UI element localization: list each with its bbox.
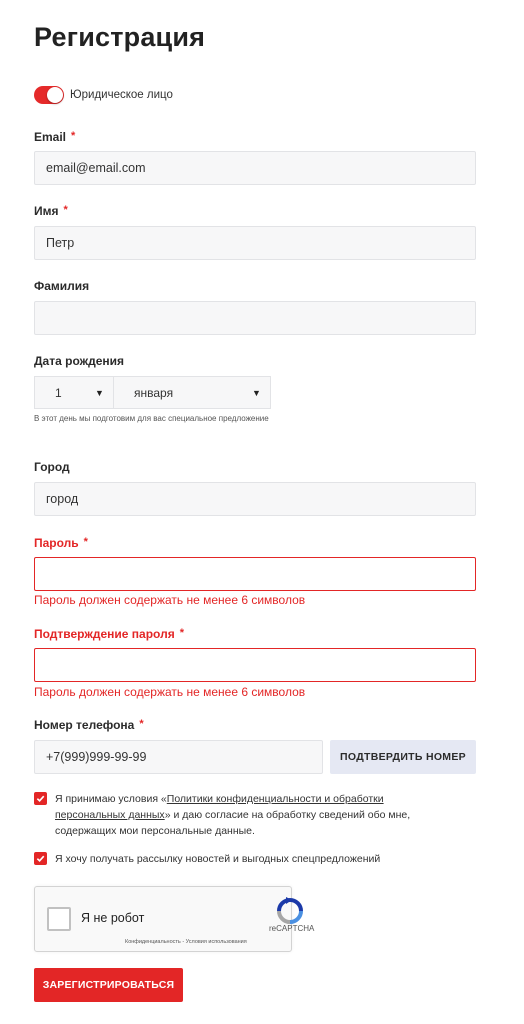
password-confirm-label: Подтверждение пароля * bbox=[34, 627, 184, 641]
password-confirm-field[interactable] bbox=[34, 648, 476, 682]
birth-date-hint: В этот день мы подготовим для вас специа… bbox=[34, 414, 269, 423]
legal-entity-label: Юридическое лицо bbox=[70, 89, 173, 101]
phone-field[interactable]: +7(999)999-99-99 bbox=[34, 740, 323, 774]
password-label: Пароль * bbox=[34, 536, 88, 550]
birth-day-value: 1 bbox=[55, 385, 62, 400]
check-icon bbox=[36, 795, 45, 803]
confirm-phone-button[interactable]: ПОДТВЕРДИТЬ НОМЕР bbox=[330, 740, 476, 774]
legal-entity-toggle[interactable] bbox=[34, 86, 64, 104]
birth-date-label: Дата рождения bbox=[34, 354, 125, 368]
first-name-field[interactable]: Петр bbox=[34, 226, 476, 260]
newsletter-checkbox[interactable] bbox=[34, 852, 47, 865]
consent-checkbox[interactable] bbox=[34, 792, 47, 805]
recaptcha-links[interactable]: Конфиденциальность - Условия использован… bbox=[125, 939, 247, 945]
recaptcha-label: Я не робот bbox=[81, 911, 145, 925]
password-confirm-error: Пароль должен содержать не менее 6 симво… bbox=[34, 685, 306, 699]
toggle-knob bbox=[47, 87, 63, 103]
required-mark: * bbox=[179, 627, 184, 639]
birth-day-select[interactable]: 1 ▼ bbox=[34, 376, 114, 409]
recaptcha-brand: reCAPTCHA bbox=[269, 924, 315, 933]
register-button[interactable]: ЗАРЕГИСТРИРОВАТЬСЯ bbox=[34, 968, 183, 1002]
required-mark: * bbox=[139, 718, 144, 730]
chevron-down-icon: ▼ bbox=[252, 387, 261, 398]
legal-entity-toggle-row[interactable]: Юридическое лицо bbox=[34, 84, 173, 106]
required-mark: * bbox=[83, 536, 88, 548]
required-mark: * bbox=[71, 130, 76, 142]
last-name-label: Фамилия bbox=[34, 279, 90, 293]
city-label: Город bbox=[34, 460, 70, 474]
newsletter-row: Я хочу получать рассылку новостей и выго… bbox=[34, 851, 434, 867]
email-label: Email * bbox=[34, 130, 76, 144]
consent-row: Я принимаю условия «Политики конфиденциа… bbox=[34, 791, 434, 839]
phone-label: Номер телефона * bbox=[34, 718, 144, 732]
recaptcha-checkbox[interactable] bbox=[47, 907, 71, 931]
consent-text: Я принимаю условия «Политики конфиденциа… bbox=[55, 793, 411, 837]
password-field[interactable] bbox=[34, 557, 476, 591]
birth-month-value: января bbox=[134, 385, 174, 400]
newsletter-label: Я хочу получать рассылку новостей и выго… bbox=[55, 853, 381, 865]
chevron-down-icon: ▼ bbox=[95, 387, 104, 398]
check-icon bbox=[36, 855, 45, 863]
city-field[interactable]: город bbox=[34, 482, 476, 516]
password-error: Пароль должен содержать не менее 6 симво… bbox=[34, 593, 306, 607]
required-mark: * bbox=[63, 204, 68, 216]
first-name-label: Имя * bbox=[34, 204, 68, 218]
recaptcha-logo-icon bbox=[277, 897, 303, 924]
email-field[interactable]: email@email.com bbox=[34, 151, 476, 185]
birth-month-select[interactable]: января ▼ bbox=[113, 376, 271, 409]
last-name-field[interactable] bbox=[34, 301, 476, 335]
recaptcha-widget: Я не робот reCAPTCHA Конфиденциальность … bbox=[34, 886, 314, 952]
page-title: Регистрация bbox=[34, 22, 206, 52]
